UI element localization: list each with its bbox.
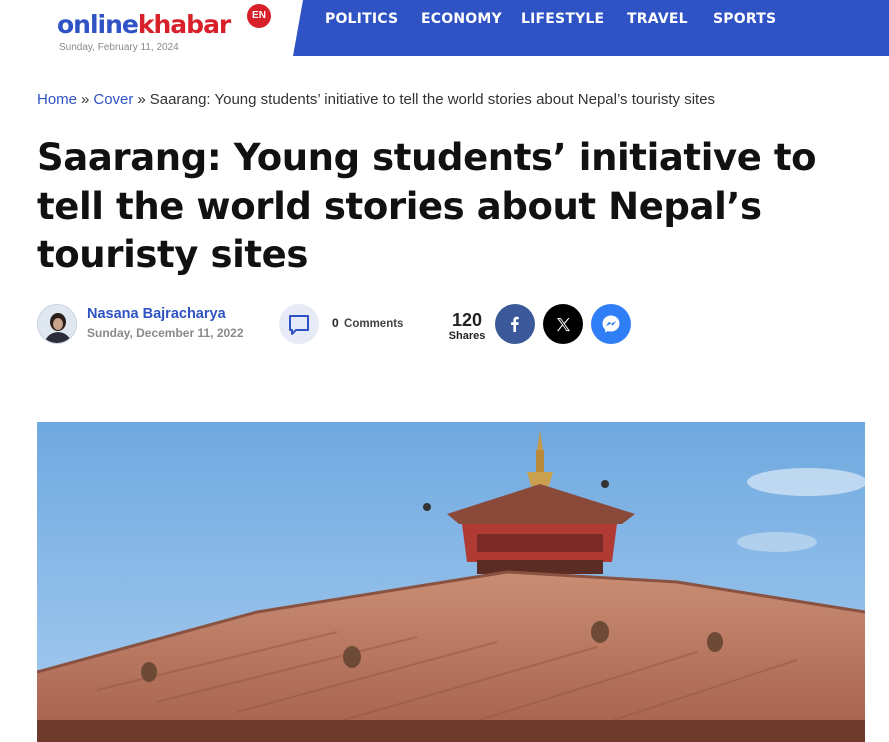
nav-item-economy[interactable]: ECONOMY (421, 11, 502, 27)
messenger-share-button[interactable] (591, 304, 631, 344)
author-name[interactable]: Nasana Bajracharya (87, 306, 226, 322)
comments-button[interactable] (279, 304, 319, 344)
nav-item-politics[interactable]: POLITICS (325, 11, 398, 27)
x-icon (556, 317, 570, 331)
avatar-image (38, 305, 76, 343)
main-nav: POLITICS ECONOMY LIFESTYLE TRAVEL SPORTS (293, 0, 889, 56)
post-date: Sunday, December 11, 2022 (87, 326, 244, 340)
temple-photo (37, 422, 865, 742)
article-hero-image (37, 422, 865, 742)
site-header: onlinekhabar EN Sunday, February 11, 202… (0, 0, 889, 56)
messenger-icon (602, 315, 620, 333)
comment-count[interactable]: 0 Comments (332, 316, 403, 330)
nav-item-sports[interactable]: SPORTS (713, 11, 776, 27)
breadcrumb-separator: » (81, 91, 90, 108)
breadcrumb-separator: » (137, 91, 146, 108)
author-avatar[interactable] (37, 304, 77, 344)
facebook-icon (511, 316, 519, 332)
logo-wordmark: onlinekhabar (57, 10, 231, 39)
article-title: Saarang: Young students’ initiative to t… (37, 136, 817, 276)
breadcrumb-home-link[interactable]: Home (37, 91, 77, 108)
shares-count: 120 (451, 310, 483, 330)
breadcrumb: Home» Cover» Saarang: Young students’ init… (37, 91, 715, 108)
facebook-share-button[interactable] (495, 304, 535, 344)
breadcrumb-current: Saarang: Young students’ initiative to t… (149, 91, 716, 108)
breadcrumb-cover-link[interactable]: Cover (93, 91, 133, 108)
header-date: Sunday, February 11, 2024 (59, 42, 179, 53)
shares-label: Shares (448, 330, 486, 342)
comment-icon (289, 315, 309, 335)
x-share-button[interactable] (543, 304, 583, 344)
nav-item-lifestyle[interactable]: LIFESTYLE (521, 11, 604, 27)
language-badge[interactable]: EN (247, 4, 271, 28)
nav-item-travel[interactable]: TRAVEL (627, 11, 688, 27)
